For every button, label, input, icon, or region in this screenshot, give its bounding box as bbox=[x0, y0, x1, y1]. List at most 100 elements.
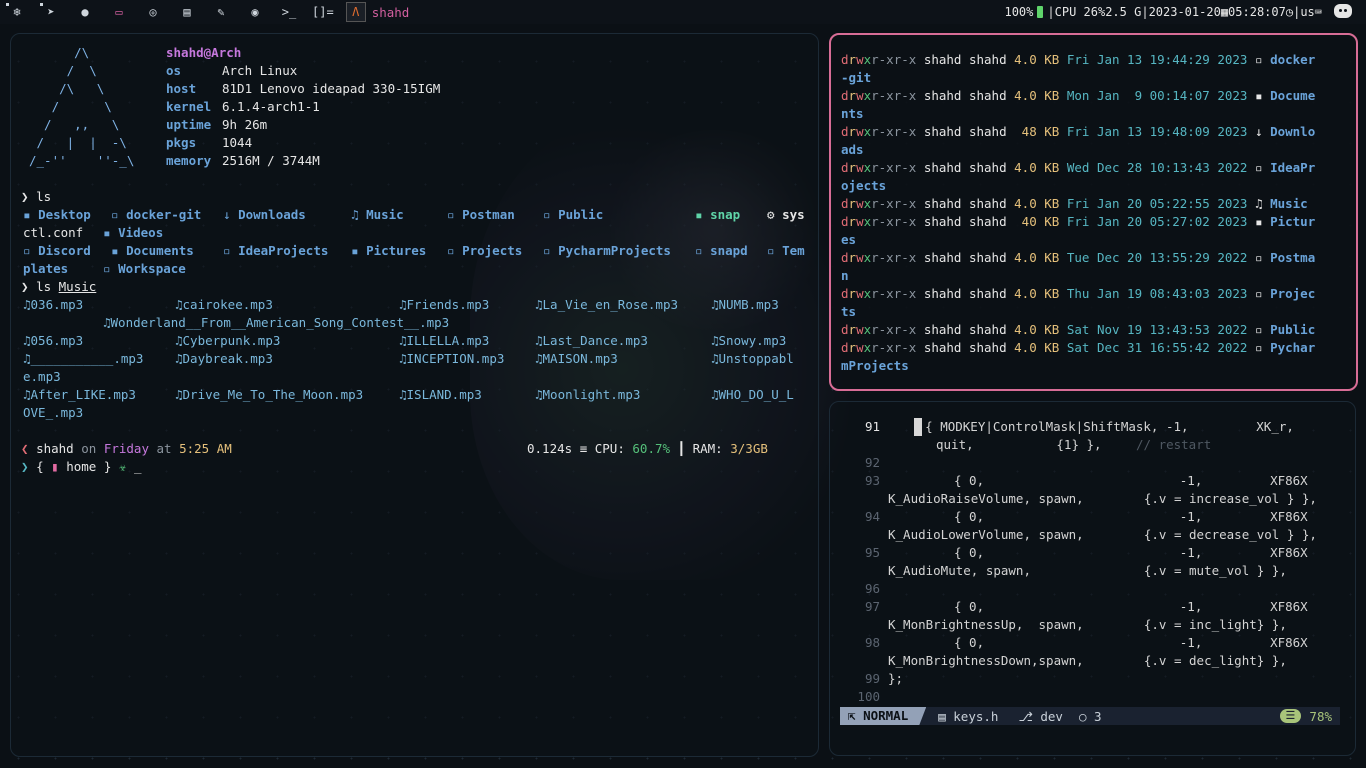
terminal-right-top[interactable]: drwxr-xr-x shahd shahd 4.0 KB Fri Jan 13… bbox=[829, 33, 1358, 391]
layout-indicator[interactable]: []= bbox=[312, 5, 334, 19]
file-size: 48 KB bbox=[1014, 124, 1060, 139]
ls-entry[interactable]: Projects bbox=[462, 243, 522, 258]
music-file[interactable]: WHO_DO_U_L bbox=[719, 387, 794, 402]
ls-entry[interactable]: ctl.conf bbox=[23, 225, 83, 240]
ls-entry[interactable]: snapd bbox=[710, 243, 748, 258]
keyboard-layout[interactable]: us bbox=[1300, 5, 1314, 19]
ascii-logo-line: / | | -\ bbox=[29, 135, 127, 150]
perm-w: w bbox=[856, 322, 864, 337]
folder-name-wrap[interactable]: es bbox=[841, 232, 856, 247]
music-file[interactable]: Unstoppabl bbox=[719, 351, 794, 366]
editor-vim[interactable]: 91 { MODKEY|ControlMask|ShiftMask, -1, X… bbox=[829, 401, 1356, 756]
ls-entry[interactable]: Tem bbox=[782, 243, 805, 258]
notes-icon[interactable]: ▤ bbox=[170, 0, 204, 24]
ls-entry[interactable]: plates bbox=[23, 261, 68, 276]
folder-name-wrap[interactable]: nts bbox=[841, 106, 864, 121]
music-file[interactable]: Cyberpunk.mp3 bbox=[183, 333, 281, 348]
ls-entry[interactable]: Documents bbox=[126, 243, 194, 258]
folder-name[interactable]: Downlo bbox=[1270, 124, 1315, 139]
ls-entry[interactable]: Downloads bbox=[238, 207, 306, 222]
folder-name[interactable]: Postma bbox=[1270, 250, 1315, 265]
music-file[interactable]: 056.mp3 bbox=[31, 333, 84, 348]
folder-name-wrap[interactable]: n bbox=[841, 268, 849, 283]
terminal-line: plates bbox=[23, 260, 68, 278]
terminal-line: ▫ PycharmProjects bbox=[543, 242, 671, 260]
folder-name-wrap[interactable]: -git bbox=[841, 70, 871, 85]
folder-name[interactable]: Public bbox=[1270, 322, 1315, 337]
music-file[interactable]: After_LIKE.mp3 bbox=[31, 387, 136, 402]
folder-name-wrap[interactable]: mProjects bbox=[841, 358, 909, 373]
ls-entry[interactable]: sys bbox=[782, 207, 805, 222]
music-file[interactable]: INCEPTION.mp3 bbox=[407, 351, 505, 366]
perm-r: r bbox=[848, 322, 857, 337]
music-file[interactable]: e.mp3 bbox=[23, 369, 61, 384]
music-file[interactable]: Drive_Me_To_The_Moon.mp3 bbox=[183, 387, 364, 402]
perm-d: d bbox=[841, 322, 849, 337]
music-file[interactable]: MAISON.mp3 bbox=[543, 351, 618, 366]
terminal-line: ▫ Workspace bbox=[103, 260, 186, 278]
folder-name[interactable]: Music bbox=[1270, 196, 1308, 211]
ls-entry[interactable]: PycharmProjects bbox=[558, 243, 671, 258]
laptop-icon[interactable]: ▭ bbox=[102, 0, 136, 24]
music-file[interactable]: Moonlight.mp3 bbox=[543, 387, 641, 402]
home-folder-icon: ▮ bbox=[51, 459, 67, 474]
ls-entry[interactable]: Pictures bbox=[366, 243, 426, 258]
ls-entry[interactable]: Workspace bbox=[118, 261, 186, 276]
music-file[interactable]: La_Vie_en_Rose.mp3 bbox=[543, 297, 678, 312]
terminal-left[interactable]: /\ / \ /\ \ / \ / ,, \ / | | -\ /_-'' ''-… bbox=[10, 33, 819, 757]
line-number bbox=[840, 616, 880, 634]
folder-name[interactable]: Pictur bbox=[1270, 214, 1315, 229]
prompt-duration: 0.124s bbox=[527, 441, 580, 456]
music-note-icon: ♫ bbox=[535, 351, 543, 366]
group: shahd bbox=[968, 286, 1007, 301]
music-file[interactable]: Wonderland__From__American_Song_Contest_… bbox=[111, 315, 450, 330]
ls-entry[interactable]: Public bbox=[558, 207, 603, 222]
ls-entry[interactable]: Music bbox=[366, 207, 404, 222]
terminal-line: ♫056.mp3 bbox=[23, 332, 83, 350]
folder-icon: ▪ bbox=[1255, 88, 1271, 103]
folder-name-wrap[interactable]: ads bbox=[841, 142, 864, 157]
ls-entry[interactable]: Postman bbox=[462, 207, 515, 222]
ls-entry[interactable]: IdeaProjects bbox=[238, 243, 328, 258]
folder-name[interactable]: IdeaPr bbox=[1270, 160, 1315, 175]
ls-entry[interactable]: Desktop bbox=[38, 207, 91, 222]
ls-entry[interactable]: Videos bbox=[118, 225, 163, 240]
edit-icon[interactable]: ✎ bbox=[204, 0, 238, 24]
terminal-icon[interactable]: >_ bbox=[272, 0, 306, 24]
folder-icon: ↓ bbox=[223, 207, 239, 222]
perm-r: r bbox=[848, 88, 857, 103]
music-file[interactable]: ILLELLA.mp3 bbox=[407, 333, 490, 348]
folder-name[interactable]: Projec bbox=[1270, 286, 1315, 301]
discord-tray-icon[interactable] bbox=[1334, 4, 1352, 18]
music-file[interactable]: ___________.mp3 bbox=[31, 351, 144, 366]
folder-name[interactable]: Docume bbox=[1270, 88, 1315, 103]
music-file[interactable]: Last_Dance.mp3 bbox=[543, 333, 648, 348]
github-icon[interactable]: ◎ bbox=[136, 0, 170, 24]
folder-name[interactable]: Pychar bbox=[1270, 340, 1315, 355]
ls-entry[interactable]: snap bbox=[710, 207, 740, 222]
folder-name-wrap[interactable]: ojects bbox=[841, 178, 886, 193]
music-file[interactable]: Friends.mp3 bbox=[407, 297, 490, 312]
file-size: 4.0 KB bbox=[1014, 250, 1060, 265]
browser-icon[interactable]: ● bbox=[68, 0, 102, 24]
music-file[interactable]: NUMB.mp3 bbox=[719, 297, 779, 312]
music-file[interactable]: 036.mp3 bbox=[31, 297, 84, 312]
music-file[interactable]: OVE_.mp3 bbox=[23, 405, 83, 420]
ls-entry[interactable]: docker-git bbox=[126, 207, 201, 222]
folder-name[interactable]: docker bbox=[1270, 52, 1315, 67]
telegram-icon[interactable]: ➤ bbox=[34, 0, 68, 24]
chat-icon[interactable]: ◉ bbox=[238, 0, 272, 24]
fetch-key: os bbox=[166, 63, 182, 78]
music-file[interactable]: cairokee.mp3 bbox=[183, 297, 273, 312]
folder-name-wrap[interactable]: ts bbox=[841, 304, 856, 319]
ascii-logo-line: / ,, \ bbox=[29, 117, 120, 132]
music-file[interactable]: Snowy.mp3 bbox=[719, 333, 787, 348]
perm-r: r bbox=[848, 286, 857, 301]
music-note-icon: ♫ bbox=[23, 387, 31, 402]
perm-w: w bbox=[856, 286, 864, 301]
music-file[interactable]: Daybreak.mp3 bbox=[183, 351, 273, 366]
arch-icon[interactable]: ❄ bbox=[0, 0, 34, 24]
ls-entry[interactable]: Discord bbox=[38, 243, 91, 258]
fetch-key: host bbox=[166, 81, 197, 96]
music-file[interactable]: ISLAND.mp3 bbox=[407, 387, 482, 402]
